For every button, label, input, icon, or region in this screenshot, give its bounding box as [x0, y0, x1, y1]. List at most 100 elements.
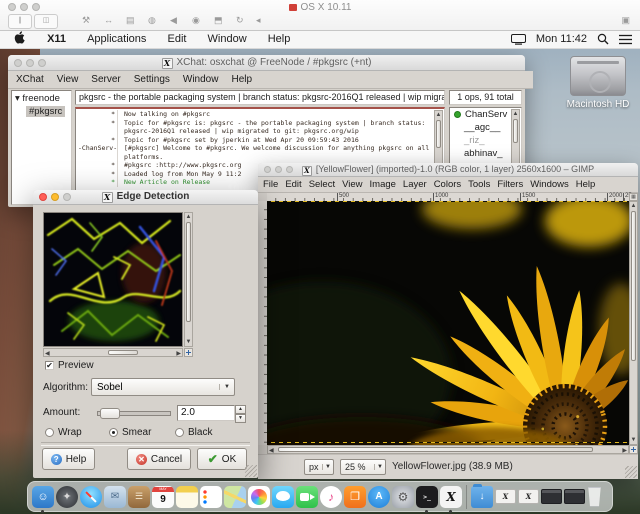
- gimp-menu-help[interactable]: Help: [576, 179, 596, 190]
- gimp-menu-image[interactable]: Image: [370, 179, 396, 190]
- macintosh-hd-icon[interactable]: Macintosh HD: [560, 56, 636, 110]
- canvas-vertical-scrollbar[interactable]: ▲ ▼: [629, 201, 638, 445]
- vm-window-chrome[interactable]: OS X 10.11 ∥ ◫ ⚒ ↔ ▤ ◍ ◀ ◉ ⬒ ↻ ◂ ▣: [0, 0, 640, 31]
- canvas-menu-icon[interactable]: ▦: [629, 193, 638, 201]
- network-icon[interactable]: ↔: [104, 14, 113, 27]
- scroll-left-icon[interactable]: ◀: [45, 350, 50, 358]
- amount-stepper[interactable]: ▲ ▼: [235, 405, 246, 421]
- preview-horizontal-scrollbar[interactable]: ◀ ▶: [43, 348, 183, 357]
- harddrive-icon[interactable]: [570, 56, 626, 96]
- display-mirroring-icon[interactable]: [511, 34, 526, 45]
- sound-icon[interactable]: ◀: [170, 14, 177, 27]
- dock-terminal[interactable]: >_: [416, 486, 438, 508]
- xchat-menu-window[interactable]: Window: [183, 74, 219, 85]
- algorithm-select[interactable]: Sobel▼: [91, 378, 235, 396]
- resize-grip[interactable]: [625, 466, 637, 478]
- window-copy-icon[interactable]: ▣: [621, 14, 630, 27]
- xchat-titlebar[interactable]: XXChat: osxchat @ FreeNode / #pkgsrc (+n…: [8, 55, 525, 71]
- dock-system-preferences[interactable]: ⚙: [392, 486, 414, 508]
- collapse-icon[interactable]: ▾: [15, 93, 20, 104]
- dock-calendar[interactable]: MAY9: [152, 486, 174, 508]
- gimp-menu-tools[interactable]: Tools: [468, 179, 490, 190]
- scrollbar-thumb[interactable]: [278, 447, 593, 452]
- gimp-menu-windows[interactable]: Windows: [530, 179, 569, 190]
- topic-input[interactable]: pkgsrc - the portable packaging system |…: [75, 90, 445, 105]
- help-button[interactable]: ?Help: [42, 448, 95, 470]
- gimp-menu-layer[interactable]: Layer: [403, 179, 427, 190]
- camera-icon[interactable]: ◉: [192, 14, 200, 27]
- dock-minimized-window-1[interactable]: X: [495, 489, 516, 504]
- preview-navigation-icon[interactable]: [184, 348, 193, 357]
- cancel-button[interactable]: ✕Cancel: [127, 448, 191, 470]
- scroll-up-icon[interactable]: ▲: [435, 111, 442, 119]
- xchat-menu-help[interactable]: Help: [231, 74, 252, 85]
- dock-safari[interactable]: [80, 486, 102, 508]
- filter-preview[interactable]: [43, 212, 183, 347]
- menu-help[interactable]: Help: [268, 30, 291, 48]
- smear-radio[interactable]: Smear: [109, 427, 151, 438]
- gimp-menu-select[interactable]: Select: [309, 179, 335, 190]
- menu-edit[interactable]: Edit: [167, 30, 186, 48]
- tree-channel-row[interactable]: #pkgsrc: [26, 106, 71, 117]
- dock-minimized-window-3[interactable]: [541, 489, 562, 504]
- dock-reminders[interactable]: [200, 486, 222, 508]
- canvas-horizontal-scrollbar[interactable]: ◀ ▶: [267, 445, 629, 454]
- navigation-cross-icon[interactable]: [629, 445, 638, 454]
- dialog-titlebar[interactable]: XEdge Detection: [33, 190, 258, 205]
- app-menu-x11[interactable]: X11: [47, 30, 66, 48]
- scrollbar-thumb[interactable]: [108, 350, 138, 355]
- xchat-menu-settings[interactable]: Settings: [134, 74, 170, 85]
- scrollbar-thumb[interactable]: [513, 119, 518, 143]
- radio-selected-icon[interactable]: [109, 428, 118, 437]
- snapshot-button[interactable]: ◫: [34, 14, 58, 29]
- resize-grip[interactable]: [245, 465, 257, 477]
- dock-launchpad[interactable]: ✦: [56, 486, 78, 508]
- scrollbar-thumb[interactable]: [631, 211, 636, 361]
- dock-ibooks[interactable]: ❐: [344, 486, 366, 508]
- scroll-down-icon[interactable]: ▼: [185, 338, 192, 346]
- gimp-menu-file[interactable]: File: [263, 179, 278, 190]
- unit-select[interactable]: px▼: [304, 459, 334, 475]
- preview-checkbox[interactable]: ✔: [45, 361, 54, 370]
- radio-icon[interactable]: [175, 428, 184, 437]
- gimp-menu-colors[interactable]: Colors: [434, 179, 461, 190]
- dock-photos[interactable]: [248, 486, 270, 508]
- notification-center-icon[interactable]: [619, 34, 632, 45]
- xchat-menu-server[interactable]: Server: [91, 74, 120, 85]
- radio-icon[interactable]: [45, 428, 54, 437]
- xchat-server-tree[interactable]: ▾ freenode #pkgsrc: [11, 90, 72, 205]
- wrench-icon[interactable]: ⚒: [82, 14, 90, 27]
- amount-slider-thumb[interactable]: [100, 408, 120, 419]
- scroll-down-icon[interactable]: ▼: [630, 436, 637, 444]
- dock-facetime[interactable]: [296, 486, 318, 508]
- zoom-select[interactable]: 25 %▼: [340, 459, 386, 475]
- dock-minimized-window-2[interactable]: X: [518, 489, 539, 504]
- tree-server-row[interactable]: ▾ freenode: [15, 93, 71, 104]
- apple-menu[interactable]: [14, 30, 26, 48]
- lock-icon[interactable]: ⬒: [214, 14, 223, 27]
- preview-checkbox-label[interactable]: Preview: [58, 360, 94, 371]
- preview-vertical-scrollbar[interactable]: ▲ ▼: [184, 212, 193, 347]
- collapse-icon[interactable]: ◂: [256, 14, 261, 27]
- xchat-menu-xchat[interactable]: XChat: [16, 74, 44, 85]
- black-radio[interactable]: Black: [175, 427, 212, 438]
- scroll-right-icon[interactable]: ▶: [176, 350, 181, 358]
- edge-detection-dialog[interactable]: XEdge Detection: [33, 190, 258, 478]
- dock-mail[interactable]: ✉: [104, 486, 126, 508]
- gimp-menu-edit[interactable]: Edit: [285, 179, 301, 190]
- ok-button[interactable]: ✔OK: [197, 448, 247, 470]
- dock-contacts[interactable]: ☰: [128, 486, 150, 508]
- scroll-up-icon[interactable]: ▲: [185, 213, 192, 221]
- dock-messages[interactable]: [272, 486, 294, 508]
- dock-xquartz[interactable]: X: [440, 486, 462, 508]
- xchat-menu-view[interactable]: View: [57, 74, 79, 85]
- menu-window[interactable]: Window: [208, 30, 247, 48]
- harddisk-icon[interactable]: ▤: [126, 14, 135, 27]
- dock-finder[interactable]: ☺: [32, 486, 54, 508]
- menubar-clock[interactable]: Mon 11:42: [536, 30, 587, 48]
- scroll-up-icon[interactable]: ▲: [512, 110, 519, 118]
- dock-notes[interactable]: [176, 486, 198, 508]
- power-icon[interactable]: ◍: [148, 14, 156, 27]
- scrollbar-thumb[interactable]: [436, 120, 441, 148]
- dock-minimized-window-4[interactable]: [564, 489, 585, 504]
